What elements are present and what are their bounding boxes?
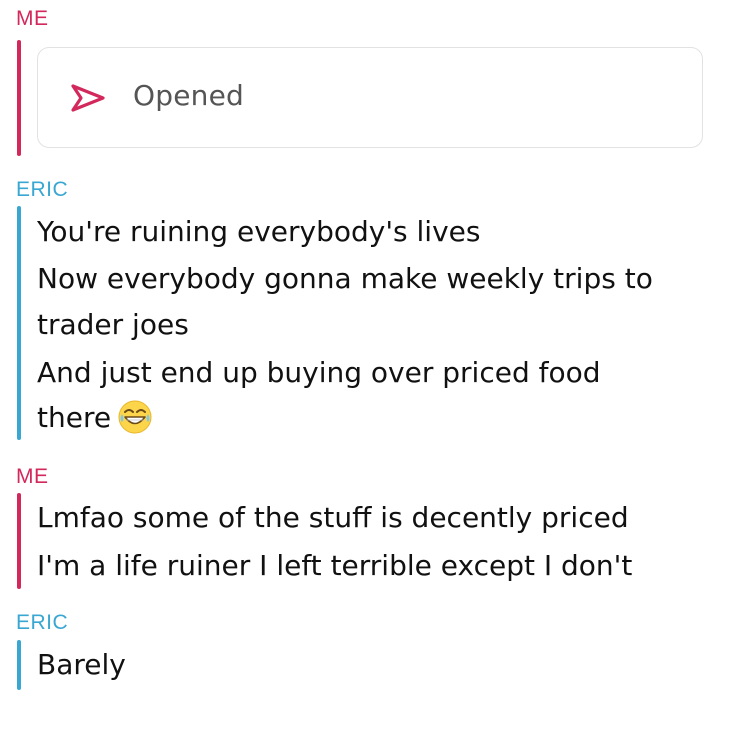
sender-label-me: ME	[16, 7, 49, 30]
opened-status-card[interactable]: Opened	[37, 47, 703, 148]
sender-label-eric: ERIC	[16, 178, 69, 201]
sent-arrow-icon	[71, 84, 105, 112]
tears-of-joy-emoji	[118, 400, 152, 434]
sender-bar-eric	[17, 206, 21, 440]
sender-bar-me	[17, 40, 21, 156]
message-line: Lmfao some of the stuff is decently pric…	[37, 501, 629, 534]
chat-screen: { "thread": [ { "sender": "ME", "type": …	[0, 0, 736, 736]
message-line: I'm a life ruiner I left terrible except…	[37, 549, 633, 582]
message-line: trader joes	[37, 308, 189, 341]
message-line: Barely	[37, 648, 126, 681]
opened-status-text: Opened	[133, 79, 244, 112]
message-line-with-emoji: there	[37, 395, 153, 441]
sender-label-eric: ERIC	[16, 611, 69, 634]
message-line-text: there	[37, 401, 112, 434]
message-line: You're ruining everybody's lives	[37, 215, 481, 248]
sender-label-me: ME	[16, 465, 49, 488]
message-line: And just end up buying over priced food	[37, 356, 601, 389]
message-line: Now everybody gonna make weekly trips to	[37, 262, 653, 295]
sender-bar-eric	[17, 640, 21, 690]
sender-bar-me	[17, 493, 21, 589]
